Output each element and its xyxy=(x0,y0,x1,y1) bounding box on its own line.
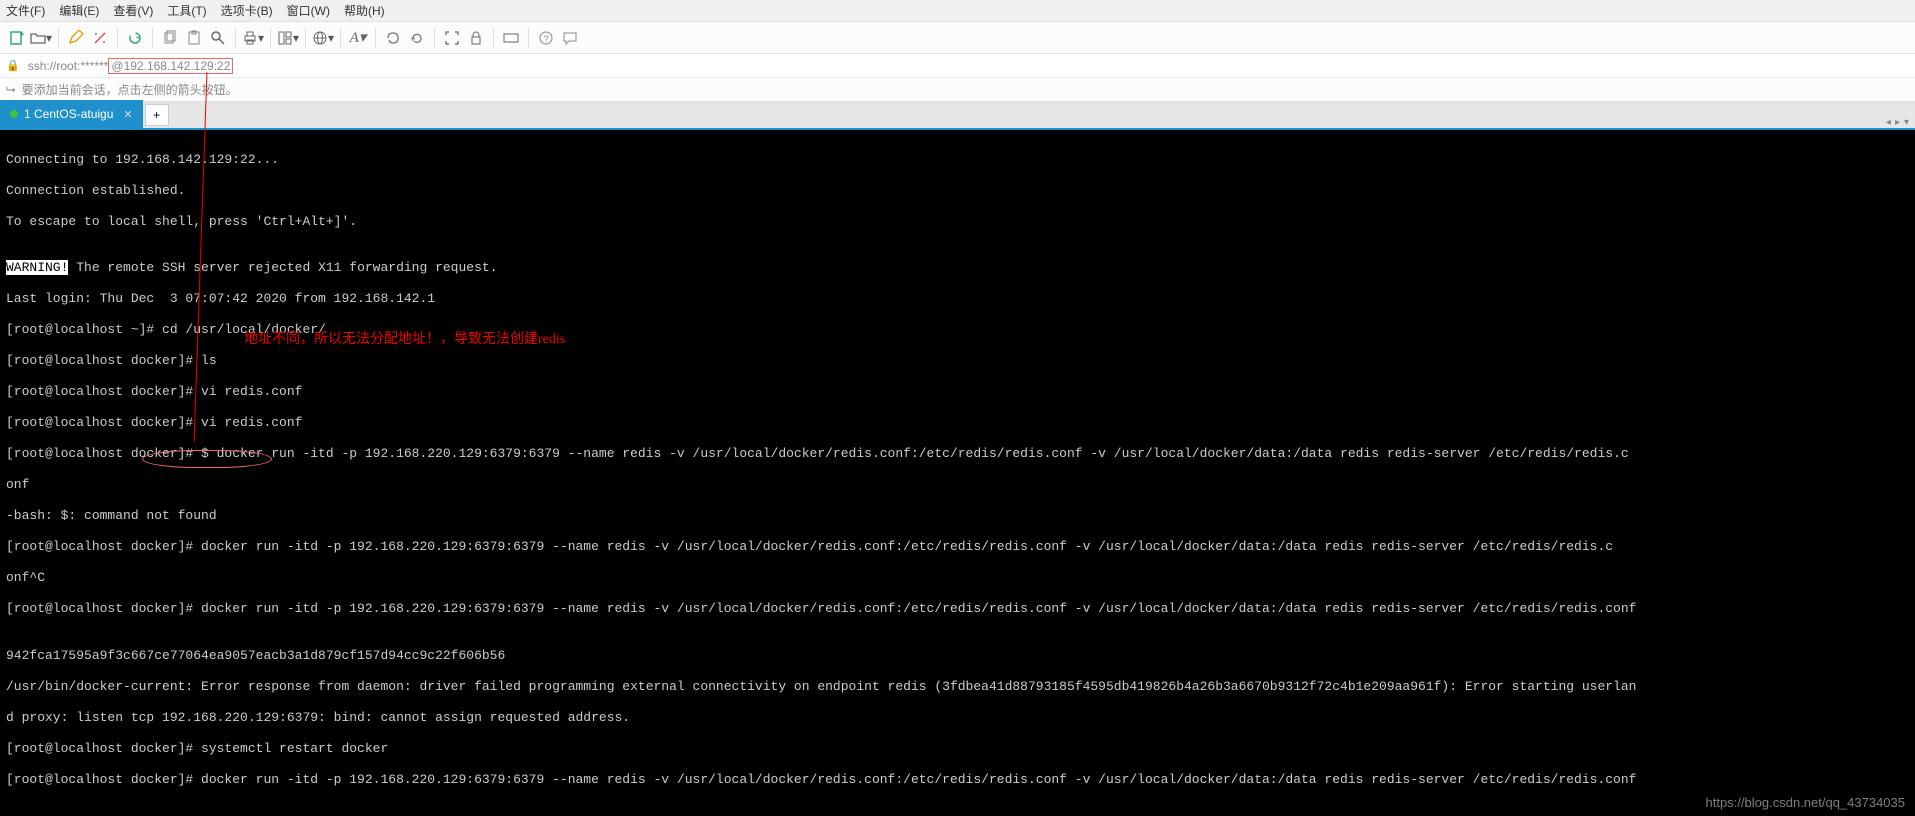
address-bar[interactable]: 🔒 ssh://root:******@192.168.142.129:22 xyxy=(0,54,1915,78)
term-line: onf xyxy=(6,477,1909,493)
menu-file[interactable]: 文件(F) xyxy=(6,2,45,19)
term-line: [root@localhost docker]# docker run -itd… xyxy=(6,539,1909,555)
tab-centos[interactable]: 1 CentOS-atuigu ✕ xyxy=(0,100,143,128)
menu-window[interactable]: 窗口(W) xyxy=(287,2,330,19)
menu-edit[interactable]: 编辑(E) xyxy=(59,2,99,19)
term-line: [root@localhost docker]# ls xyxy=(6,353,1909,369)
fullscreen-icon[interactable] xyxy=(441,27,463,49)
term-line: Connecting to 192.168.142.129:22... xyxy=(6,152,1909,168)
chevron-right-icon[interactable]: ▸ xyxy=(1895,117,1900,128)
add-session-arrow-icon[interactable]: ⮡ xyxy=(6,82,16,97)
term-line: [root@localhost docker]# vi redis.conf xyxy=(6,415,1909,431)
new-session-button[interactable] xyxy=(6,27,28,49)
search-icon[interactable] xyxy=(207,27,229,49)
menu-tools[interactable]: 工具(T) xyxy=(167,2,206,19)
menu-view[interactable]: 查看(V) xyxy=(113,2,153,19)
lock-icon[interactable] xyxy=(465,27,487,49)
add-tab-button[interactable]: + xyxy=(145,104,169,126)
menu-help[interactable]: 帮助(H) xyxy=(344,2,385,19)
menu-tabs[interactable]: 选项卡(B) xyxy=(221,2,273,19)
lock-small-icon: 🔒 xyxy=(6,59,20,72)
term-line: To escape to local shell, press 'Ctrl+Al… xyxy=(6,214,1909,230)
globe-icon[interactable]: ▾ xyxy=(312,27,334,49)
chevron-left-icon[interactable]: ◂ xyxy=(1886,117,1891,128)
term-line: Last login: Thu Dec 3 07:07:42 2020 from… xyxy=(6,291,1909,307)
paste-icon[interactable] xyxy=(183,27,205,49)
address-prefix: ssh://root:****** xyxy=(28,59,109,73)
chevron-down-icon[interactable]: ▾ xyxy=(1904,117,1909,128)
status-dot-icon xyxy=(10,110,18,118)
term-line: -bash: $: command not found xyxy=(6,508,1909,524)
chat-icon[interactable] xyxy=(559,27,581,49)
annotation-text: 地址不同，所以无法分配地址！，导致无法创建redis xyxy=(244,332,565,348)
warning-highlight: WARNING! xyxy=(6,260,68,275)
term-line: d proxy: listen tcp 192.168.220.129:6379… xyxy=(6,710,1909,726)
close-icon[interactable]: ✕ xyxy=(123,108,132,121)
address-host: @192.168.142.129:22 xyxy=(108,58,233,74)
toolbar: ▾ ▾ ▾ ▾ A▾ ? xyxy=(0,22,1915,54)
term-line: [root@localhost docker]# docker run -itd… xyxy=(6,601,1909,617)
print-icon[interactable]: ▾ xyxy=(242,27,264,49)
wand-icon[interactable] xyxy=(89,27,111,49)
tabbar-scroll[interactable]: ◂ ▸ ▾ xyxy=(1886,117,1909,128)
layout-icon[interactable]: ▾ xyxy=(277,27,299,49)
term-line: [root@localhost docker]# docker run -itd… xyxy=(6,772,1909,788)
refresh-icon[interactable] xyxy=(406,27,428,49)
term-line: WARNING! The remote SSH server rejected … xyxy=(6,260,1909,276)
shell-icon[interactable] xyxy=(382,27,404,49)
annotation-circle xyxy=(142,450,272,468)
tab-label: 1 CentOS-atuigu xyxy=(24,107,113,121)
watermark: https://blog.csdn.net/qq_43734035 xyxy=(1706,795,1906,810)
term-line: [root@localhost docker]# systemctl resta… xyxy=(6,741,1909,757)
term-line: /usr/bin/docker-current: Error response … xyxy=(6,679,1909,695)
tab-bar: 1 CentOS-atuigu ✕ + ◂ ▸ ▾ xyxy=(0,102,1915,130)
open-button[interactable]: ▾ xyxy=(30,27,52,49)
pencil-icon[interactable] xyxy=(65,27,87,49)
term-line: 942fca17595a9f3c667ce77064ea9057eacb3a1d… xyxy=(6,648,1909,664)
copy-icon[interactable] xyxy=(159,27,181,49)
term-line: Connection established. xyxy=(6,183,1909,199)
keyboard-icon[interactable] xyxy=(500,27,522,49)
term-line: onf^C xyxy=(6,570,1909,586)
term-line: [root@localhost docker]# $ docker run -i… xyxy=(6,446,1909,462)
svg-text:?: ? xyxy=(544,34,549,44)
terminal[interactable]: Connecting to 192.168.142.129:22... Conn… xyxy=(0,130,1915,816)
font-icon[interactable]: A▾ xyxy=(347,27,369,49)
help-icon[interactable]: ? xyxy=(535,27,557,49)
reconnect-icon[interactable] xyxy=(124,27,146,49)
term-line: [root@localhost docker]# vi redis.conf xyxy=(6,384,1909,400)
menu-bar: 文件(F) 编辑(E) 查看(V) 工具(T) 选项卡(B) 窗口(W) 帮助(… xyxy=(0,0,1915,22)
helper-bar: ⮡ 要添加当前会话，点击左侧的箭头按钮。 xyxy=(0,78,1915,102)
